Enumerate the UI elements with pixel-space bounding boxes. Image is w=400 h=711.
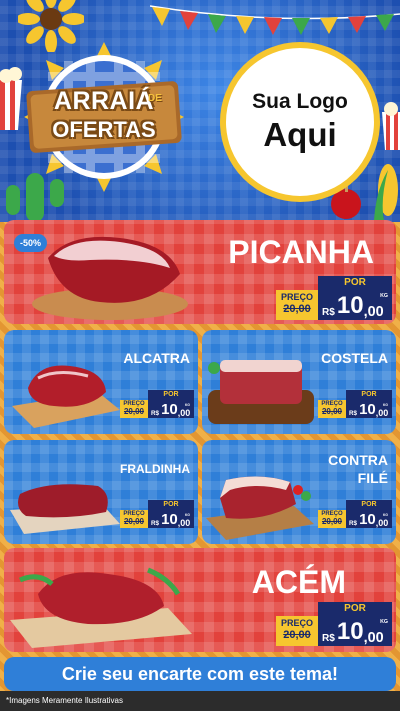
product-name: FRALDINHA bbox=[120, 462, 190, 476]
product-name: PICANHA bbox=[228, 234, 374, 270]
product-card-alcatra: ALCATRA POR PREÇO 20,00 R$ 10 ,00 KG bbox=[4, 330, 198, 434]
price-currency: R$ bbox=[349, 519, 358, 527]
price-new: R$ 10 ,00 KG bbox=[318, 616, 392, 646]
price-decimal: ,00 bbox=[177, 518, 191, 528]
price-decimal: ,00 bbox=[375, 518, 389, 528]
price-currency: R$ bbox=[349, 409, 358, 417]
price-por-label: POR bbox=[148, 390, 194, 400]
price-old: PREÇO 20,00 bbox=[318, 510, 346, 528]
product-name-line1: CONTRA bbox=[328, 452, 388, 468]
price-currency: R$ bbox=[322, 633, 335, 645]
arraia-logo: ARRAIÁ DE OFERTAS bbox=[24, 42, 184, 192]
price-new: R$ 10 ,00 KG bbox=[318, 290, 392, 320]
product-name: COSTELA bbox=[321, 350, 388, 366]
price-decimal: ,00 bbox=[375, 408, 389, 418]
price-integer: 10 bbox=[336, 618, 364, 645]
product-card-costela: COSTELA POR PREÇO 20,00 R$ 10 ,00 KG bbox=[202, 330, 396, 434]
product-name: ACÉM bbox=[251, 564, 346, 600]
product-name: ALCATRA bbox=[123, 350, 190, 366]
price-integer: 10 bbox=[336, 292, 364, 319]
product-name-line2: FILÉ bbox=[357, 470, 388, 486]
product-card-fraldinha: FRALDINHA POR PREÇO 20,00 R$ 10 ,00 KG bbox=[4, 440, 198, 544]
price-old-value: 20,00 bbox=[123, 407, 145, 416]
disclaimer-footer: *Imagens Meramente Ilustrativas bbox=[0, 691, 400, 711]
price-old-value: 20,00 bbox=[321, 407, 343, 416]
price-tag: POR PREÇO 20,00 R$ 10 ,00 KG bbox=[318, 500, 392, 528]
cta-banner[interactable]: Crie seu encarte com este tema! bbox=[4, 657, 396, 691]
price-old-label: PREÇO bbox=[280, 618, 313, 628]
corn-icon bbox=[374, 164, 398, 220]
price-currency: R$ bbox=[151, 409, 160, 417]
price-tag: POR PREÇO 20,00 R$ 10 ,00 KG bbox=[120, 390, 194, 418]
price-unit: KG bbox=[383, 403, 388, 407]
logo-de: DE bbox=[148, 93, 162, 104]
price-tag: POR PREÇO 20,00 R$ 10 ,00 KG bbox=[318, 390, 392, 418]
price-unit: KG bbox=[383, 513, 388, 517]
price-tag: POR PREÇO 20,00 R$ 10 ,00 KG bbox=[276, 602, 392, 646]
price-por-label: POR bbox=[318, 602, 392, 616]
price-old: PREÇO 20,00 bbox=[318, 400, 346, 418]
popcorn-icon bbox=[0, 67, 22, 130]
price-new: R$ 10 ,00 KG bbox=[148, 510, 194, 528]
price-old-value: 20,00 bbox=[283, 629, 311, 641]
price-old-value: 20,00 bbox=[321, 517, 343, 526]
price-integer: 10 bbox=[359, 511, 376, 528]
contrafile-meat-icon bbox=[206, 476, 314, 540]
popcorn-right-icon bbox=[382, 102, 400, 150]
product-card-acem: ACÉM POR PREÇO 20,00 R$ 10 ,00 KG bbox=[4, 548, 396, 652]
price-unit: KG bbox=[185, 403, 190, 407]
price-old: PREÇO 20,00 bbox=[276, 290, 318, 320]
price-tag: POR PREÇO 20,00 R$ 10 ,00 KG bbox=[276, 276, 392, 320]
price-decimal: ,00 bbox=[177, 408, 191, 418]
picanha-meat-icon bbox=[32, 236, 188, 320]
logo-title-ofertas: OFERTAS bbox=[52, 117, 156, 142]
price-unit: KG bbox=[380, 293, 388, 299]
price-decimal: ,00 bbox=[363, 304, 384, 320]
brand-line-1: Sua Logo bbox=[252, 90, 348, 113]
bunting-flags-icon bbox=[150, 5, 400, 35]
price-unit: KG bbox=[380, 619, 388, 625]
costela-meat-icon bbox=[208, 360, 314, 424]
acem-meat-icon bbox=[10, 567, 192, 648]
price-integer: 10 bbox=[161, 511, 178, 528]
price-currency: R$ bbox=[322, 307, 335, 319]
price-decimal: ,00 bbox=[363, 630, 384, 646]
price-new: R$ 10 ,00 KG bbox=[346, 400, 392, 418]
product-card-contrafile: CONTRA FILÉ POR PREÇO 20,00 R$ 10 ,00 KG bbox=[202, 440, 396, 544]
price-old-value: 20,00 bbox=[123, 517, 145, 526]
alcatra-meat-icon bbox=[12, 365, 120, 428]
brand-logo-placeholder: Sua Logo Aqui bbox=[220, 42, 380, 202]
price-integer: 10 bbox=[359, 401, 376, 418]
price-tag: POR PREÇO 20,00 R$ 10 ,00 KG bbox=[120, 500, 194, 528]
header-banner: ARRAIÁ DE OFERTAS Sua Logo Aqui bbox=[0, 0, 400, 222]
price-por-label: POR bbox=[148, 500, 194, 510]
price-por-label: POR bbox=[318, 276, 392, 290]
price-por-label: POR bbox=[346, 390, 392, 400]
flyer: ARRAIÁ DE OFERTAS Sua Logo Aqui -50% PIC… bbox=[0, 0, 400, 711]
price-new: R$ 10 ,00 KG bbox=[148, 400, 194, 418]
price-old-label: PREÇO bbox=[280, 292, 313, 302]
price-unit: KG bbox=[185, 513, 190, 517]
price-integer: 10 bbox=[161, 401, 178, 418]
price-new: R$ 10 ,00 KG bbox=[346, 510, 392, 528]
price-currency: R$ bbox=[151, 519, 160, 527]
product-card-picanha: -50% PICANHA POR PREÇO 20,00 R$ 10 ,00 K… bbox=[4, 220, 396, 324]
price-old: PREÇO 20,00 bbox=[120, 400, 148, 418]
brand-line-2: Aqui bbox=[263, 116, 337, 153]
fraldinha-meat-icon bbox=[10, 484, 120, 534]
price-old: PREÇO 20,00 bbox=[120, 510, 148, 528]
price-por-label: POR bbox=[346, 500, 392, 510]
price-old: PREÇO 20,00 bbox=[276, 616, 318, 646]
price-old-value: 20,00 bbox=[283, 303, 311, 315]
